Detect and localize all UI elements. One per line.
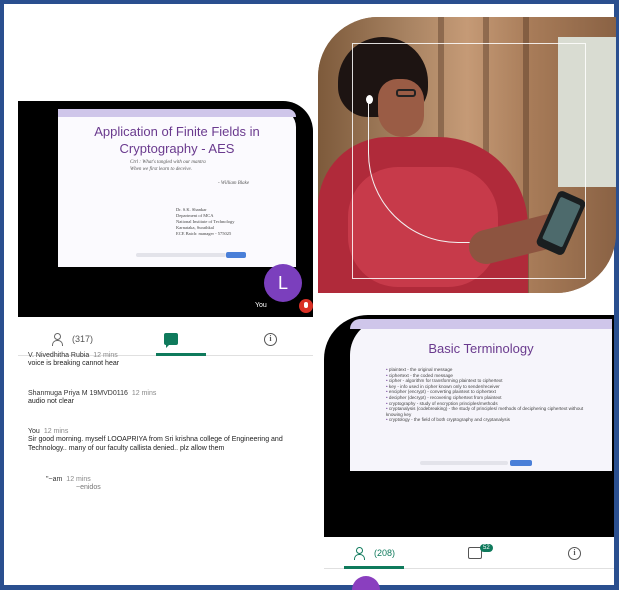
people-icon [354, 547, 370, 560]
people-icon [52, 333, 68, 346]
participant-count: (317) [72, 334, 94, 344]
slide-nav-bar [420, 461, 508, 465]
info-icon: i [264, 332, 277, 346]
chat-text: ~enidos [76, 484, 101, 491]
quote-line: When we first learn to deceive. [130, 167, 192, 172]
quote-line: Ctrl : What's tangled with our mantra [130, 160, 206, 165]
chat-icon [164, 333, 178, 348]
photo-overlay-frame [352, 43, 586, 279]
slide-title: Basic Terminology [428, 341, 534, 356]
slide-title: Application of Finite Fields in Cryptogr… [94, 124, 260, 156]
participant-count: (208) [374, 548, 396, 558]
chat-time: 12 mins [66, 476, 91, 483]
quote-author: - William Blake [218, 181, 250, 186]
presenter-line: ECE Batch: manager - 575025 [176, 231, 232, 236]
student-photo [318, 17, 616, 293]
slide-header-band [350, 319, 612, 329]
chat-sender: "~am [46, 476, 63, 483]
list-item: You 12 mins Sir good morning. myself LOOA… [28, 428, 313, 453]
list-item: Shanmuga Priya M 19MVD0116 12 mins audio … [28, 390, 313, 406]
chat-time: 12 mins [93, 352, 118, 359]
chat-text: audio not clear [28, 398, 74, 405]
tab-info[interactable]: i [568, 543, 581, 563]
slide-bullet: cryptology - the field of both cryptogra… [386, 417, 591, 423]
list-item: "~am 12 mins ~enidos [46, 476, 331, 492]
chat-sender: You [28, 428, 40, 435]
presenter-info: Dr. S.K. Shankar Department of MCA Natio… [176, 207, 286, 237]
tab-chat[interactable] [164, 328, 178, 350]
left-tab-bar: (317) i [18, 322, 313, 356]
slide-quote: Ctrl : What's tangled with our mantra Wh… [130, 159, 270, 173]
left-meeting-screen: Application of Finite Fields in Cryptogr… [18, 101, 313, 317]
presentation-slide: Basic Terminology plaintext - the origin… [350, 319, 612, 471]
slide-nav-button[interactable] [510, 460, 532, 466]
chat-time: 12 mins [131, 390, 157, 397]
slide-nav-bar [136, 253, 226, 257]
info-icon: i [568, 546, 581, 560]
right-tab-bar: (208) 52 i [324, 537, 614, 569]
chat-sender: V. Nivedhitha Rubia [28, 352, 90, 359]
tab-info[interactable]: i [264, 328, 277, 350]
presentation-slide: Application of Finite Fields in Cryptogr… [58, 109, 296, 267]
slide-bullet: cryptanalysis (codebreaking) - the study… [386, 406, 591, 417]
right-meeting-screen: Basic Terminology plaintext - the origin… [324, 315, 614, 537]
chat-time: 12 mins [43, 428, 69, 435]
slide-header-band [58, 109, 296, 117]
chat-text: voice is breaking cannot hear [28, 360, 120, 367]
unread-badge: 52 [480, 544, 493, 552]
chat-icon: 52 [468, 544, 493, 559]
tab-participants[interactable]: (317) [52, 328, 93, 350]
chat-sender: Shanmuga Priya M 19MVD0116 [28, 390, 128, 397]
list-item: V. Nivedhitha Rubia 12 mins voice is brea… [28, 352, 313, 368]
slide-nav-button[interactable] [226, 252, 246, 258]
slide-bullet-list: plaintext - the original message ciphert… [386, 367, 591, 423]
self-tile-label: You [255, 302, 267, 309]
avatar: L [264, 264, 302, 302]
active-tab-indicator [344, 566, 404, 569]
tab-chat[interactable]: 52 [468, 543, 493, 563]
chat-text: Sir good morning. myself LOOAPRIYA from … [28, 436, 283, 452]
mic-off-icon[interactable] [299, 299, 313, 313]
tab-participants[interactable]: (208) [354, 543, 395, 563]
